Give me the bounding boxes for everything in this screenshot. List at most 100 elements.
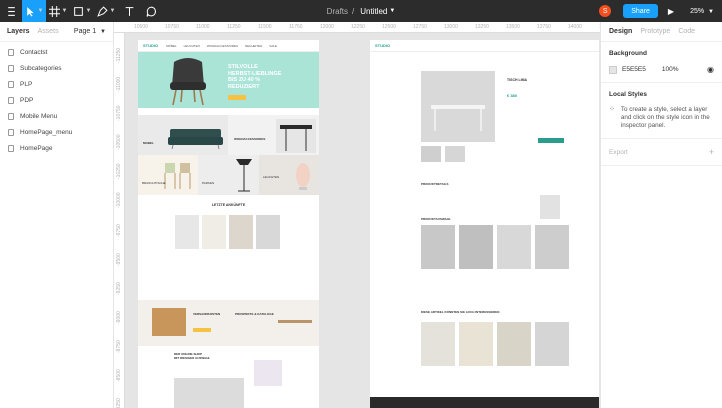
category-label: LEUCHTEN	[263, 175, 280, 179]
nav-link: MÖBEL	[166, 43, 177, 48]
product-thumb	[256, 215, 280, 249]
ruler-tick-label: 11250	[227, 24, 241, 30]
frame-item-pdp[interactable]: PDP	[0, 92, 113, 108]
tab-assets[interactable]: Assets	[38, 28, 59, 35]
page-selector[interactable]: Page 1 ▼	[74, 28, 106, 35]
move-tool-button[interactable]: ▼	[22, 0, 46, 22]
background-hex[interactable]: E5E5E5	[622, 66, 646, 73]
add-to-cart-button[interactable]	[538, 138, 564, 143]
text-tool-button[interactable]	[118, 0, 140, 22]
category-label: MOBEL	[143, 141, 154, 145]
export-section: Export +	[601, 139, 722, 166]
top-toolbar: ▼ ▼ ▼ ▼ Drafts / Untitled ▼ S Share ▶ 25…	[0, 0, 722, 22]
product-card[interactable]	[497, 322, 531, 366]
product-card[interactable]	[421, 225, 455, 269]
tab-design[interactable]: Design	[609, 28, 632, 35]
ruler-tick-label: -8250	[116, 398, 122, 408]
page-selector-label: Page 1	[73, 28, 97, 35]
chevron-down-icon: ▼	[37, 8, 44, 14]
rectangle-icon	[73, 6, 83, 16]
avatar[interactable]: S	[599, 5, 612, 17]
ruler-tick-label: -9000	[116, 311, 122, 324]
canvas[interactable]: STUDIO MÖBEL LEUCHTEN WOHNACCESSOIRES NE…	[125, 33, 600, 408]
ruler-tick-label: -10000	[116, 192, 122, 208]
tab-code[interactable]: Code	[678, 28, 695, 35]
chevron-down-icon[interactable]: ▼	[389, 8, 395, 14]
armchair-image	[170, 58, 206, 106]
product-card[interactable]	[459, 225, 493, 269]
vertical-ruler: -11250 -11000 -10750 -10500 -10250 -10000 -975…	[114, 33, 125, 408]
frame-tool-button[interactable]: ▼	[46, 0, 70, 22]
frame-icon	[8, 64, 14, 72]
ruler-tick-label: 10500	[134, 24, 148, 30]
category-label: WOHNACCESSOIRES	[234, 137, 266, 141]
local-styles-hint: To create a style, select a layer and cl…	[620, 106, 710, 129]
share-button[interactable]: Share	[623, 4, 658, 18]
frame-item-mobile-menu[interactable]: Mobile Menu	[0, 108, 113, 124]
file-name[interactable]: Untitled	[360, 7, 387, 16]
right-panel-tabs: Design Prototype Code	[601, 22, 722, 42]
product-main-image	[421, 71, 495, 142]
export-row: Export +	[609, 147, 714, 157]
frame-icon	[8, 112, 14, 120]
background-row: E5E5E5 100% ◉	[609, 65, 714, 74]
frame-item-plp[interactable]: PLP	[0, 76, 113, 92]
similar-products-row	[421, 322, 581, 366]
eye-icon[interactable]: ◉	[707, 65, 714, 74]
ruler-tick-label: -11000	[116, 76, 122, 92]
thumbnail[interactable]	[421, 146, 441, 162]
homepage-frame[interactable]: STUDIO MÖBEL LEUCHTEN WOHNACCESSOIRES NE…	[138, 40, 319, 408]
horizontal-ruler: 10500 10750 11000 11250 11500 11750 12000 12250…	[114, 22, 613, 33]
chevron-down-icon: ▼	[708, 8, 714, 15]
zoom-dropdown[interactable]: 25% ▼	[690, 8, 714, 15]
product-card[interactable]	[459, 322, 493, 366]
ruler-tick-label: -9500	[116, 253, 122, 266]
local-styles-heading: Local Styles	[609, 91, 647, 98]
pen-tool-button[interactable]: ▼	[94, 0, 118, 22]
homepage-logo: STUDIO	[143, 43, 159, 48]
layers-panel: Layers Assets Page 1 ▼ Contactst Subcate…	[0, 22, 114, 408]
product-card[interactable]	[535, 322, 569, 366]
category-tile-mobel: MOBEL	[138, 115, 228, 155]
tab-prototype[interactable]: Prototype	[640, 28, 670, 35]
pdp-frame[interactable]: STUDIO TISCH LIMA € 380 PRODUKTDETAILS P…	[370, 40, 599, 408]
tab-layers[interactable]: Layers	[7, 28, 30, 35]
color-swatch[interactable]	[609, 65, 617, 74]
left-panel-tabs: Layers Assets Page 1 ▼	[0, 22, 113, 42]
thumbnail[interactable]	[445, 146, 465, 162]
ruler-tick-label: 13750	[537, 24, 551, 30]
chevron-down-icon: ▼	[61, 8, 68, 14]
ruler-tick-label: 13250	[475, 24, 489, 30]
shape-tool-button[interactable]: ▼	[70, 0, 94, 22]
breadcrumb-separator: /	[352, 6, 355, 16]
frame-item-contactst[interactable]: Contactst	[0, 44, 113, 60]
frame-icon	[8, 48, 14, 56]
product-card[interactable]	[421, 322, 455, 366]
ruler-tick-label: -9250	[116, 282, 122, 295]
latest-products-row	[175, 215, 305, 255]
frame-item-homepage-menu[interactable]: HomePage_menu	[0, 124, 113, 140]
product-card[interactable]	[535, 225, 569, 269]
ruler-tick-label: -11250	[116, 47, 122, 63]
product-price: € 380	[507, 93, 518, 98]
frame-icon	[48, 5, 60, 17]
background-opacity[interactable]: 100%	[662, 66, 679, 73]
details-image	[540, 195, 560, 219]
chevron-down-icon: ▼	[85, 8, 92, 14]
breadcrumb-drafts[interactable]: Drafts	[327, 7, 348, 16]
frame-label: HomePage	[20, 144, 53, 152]
present-play-icon[interactable]: ▶	[668, 7, 674, 16]
frame-item-subcategories[interactable]: Subcategories	[0, 60, 113, 76]
category-tile-leuchten: LEUCHTEN	[259, 155, 319, 195]
info-label-catalogs: PROSPEKTE & KATALOGE	[235, 312, 274, 316]
local-styles-hint-row: ⁘ To create a style, select a layer and …	[609, 106, 714, 130]
frame-item-homepage[interactable]: HomePage	[0, 140, 113, 156]
style-grid-icon: ⁘	[609, 106, 615, 113]
frame-label: Contactst	[20, 48, 48, 56]
comment-tool-button[interactable]	[140, 0, 162, 22]
frame-list: Contactst Subcategories PLP PDP Mobile M…	[0, 42, 113, 156]
main-menu-button[interactable]	[0, 0, 22, 22]
add-export-icon[interactable]: +	[709, 147, 714, 157]
product-card[interactable]	[497, 225, 531, 269]
product-thumb	[229, 215, 253, 249]
